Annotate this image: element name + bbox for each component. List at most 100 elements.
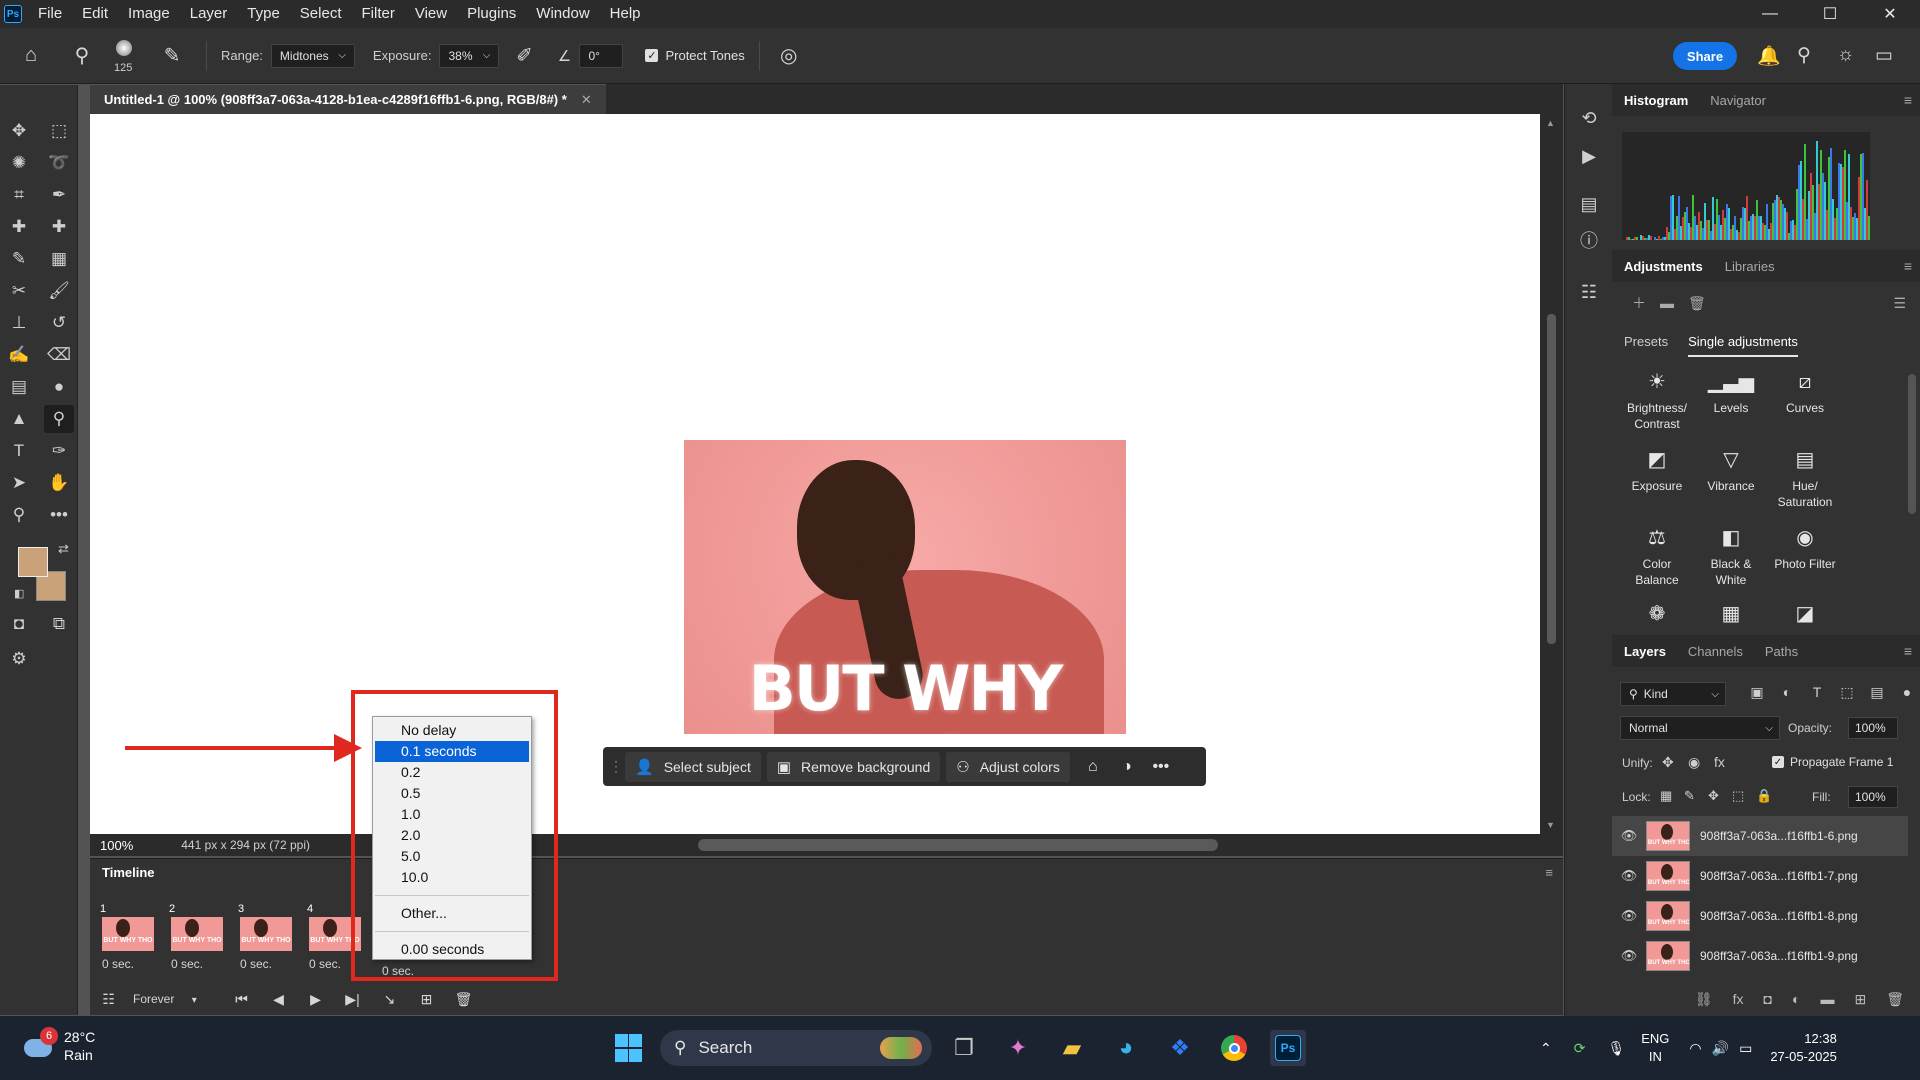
list-view-icon[interactable]: ☰ (1893, 295, 1906, 312)
layer-filter-select[interactable]: ⚲ Kind ⌵ (1620, 682, 1726, 706)
eye-icon[interactable]: 👁 (1612, 828, 1646, 844)
timeline-frame[interactable]: 3 BUT WHY THO 0 sec. (234, 901, 298, 971)
delay-option-5.0[interactable]: 5.0 (375, 846, 529, 867)
blend-mode-select[interactable]: Normal ⌵ (1620, 716, 1780, 740)
add-preset-icon[interactable]: ＋ (1632, 293, 1646, 313)
quick-mask-icon[interactable]: ◘ (4, 610, 34, 638)
adjustment-black-white[interactable]: ◧ Black & White (1696, 528, 1766, 588)
gradient-tool-icon[interactable]: ▤ (4, 373, 34, 401)
layer-row[interactable]: 👁 BUT WHY THO 908ff3a7-063a...f16ffb1-6.… (1612, 816, 1908, 856)
lock-transparency-icon[interactable]: ▦ (1660, 788, 1672, 804)
eye-icon[interactable]: 👁 (1612, 908, 1646, 924)
zoom-level[interactable]: 100% (100, 838, 133, 853)
menu-filter[interactable]: Filter (352, 0, 405, 28)
tab-libraries[interactable]: Libraries (1725, 259, 1775, 274)
actions-play-icon[interactable]: ▶ (1577, 144, 1601, 168)
airbrush-icon[interactable]: ✐ (499, 43, 549, 68)
shape-layer-filter-icon[interactable]: ⬚ (1832, 684, 1862, 701)
adjustment-brightness-contrast[interactable]: ☀ Brightness/ Contrast (1622, 372, 1692, 432)
delay-option-0.2[interactable]: 0.2 (375, 762, 529, 783)
swap-colors-icon[interactable]: ⇄ (58, 541, 69, 557)
horizontal-scrollbar-thumb[interactable] (698, 839, 1218, 851)
healing-brush-tool-icon[interactable]: ✚ (44, 213, 74, 241)
microphone-icon[interactable]: 🎙 (1607, 1040, 1625, 1057)
brush-preset-picker[interactable]: 125 (102, 28, 152, 84)
screen-mode-icon[interactable]: ⧉ (44, 610, 74, 638)
panel-menu-icon[interactable]: ≡ (1904, 92, 1912, 108)
unify-position-icon[interactable]: ✥ (1662, 754, 1674, 771)
pressure-size-icon[interactable]: ◎ (774, 43, 804, 68)
menu-image[interactable]: Image (118, 0, 180, 28)
lock-pixels-icon[interactable]: ✎ (1684, 788, 1695, 804)
adjustment-photo-filter[interactable]: ◉ Photo Filter (1770, 528, 1840, 572)
adjustment-channel-mixer[interactable]: ❁ (1622, 604, 1692, 632)
filter-toggle-icon[interactable]: ● (1892, 684, 1920, 701)
tab-histogram[interactable]: Histogram (1624, 93, 1688, 108)
copilot-icon[interactable]: ✦ (1000, 1030, 1036, 1066)
link-layers-icon[interactable]: ⛓ (1695, 991, 1713, 1008)
edge-browser-icon[interactable]: ◕ (1108, 1030, 1144, 1066)
zoom-tool-icon[interactable]: ⚲ (4, 501, 34, 529)
canvas[interactable]: BUT WHY THO ⋮ 👤 Select subject ▣ Remove … (90, 114, 1550, 834)
eraser-tool-icon[interactable]: ⌫ (44, 341, 74, 369)
tab-channels[interactable]: Channels (1688, 644, 1743, 659)
brush-tool-icon[interactable]: 🖌 (44, 277, 74, 305)
layer-name[interactable]: 908ff3a7-063a...f16ffb1-9.png (1700, 949, 1858, 963)
spot-healing-tool-icon[interactable]: ✚ (4, 213, 34, 241)
panel-menu-icon[interactable]: ≡ (1904, 258, 1912, 274)
play-icon[interactable]: ▶ (297, 991, 334, 1008)
delay-option-other[interactable]: Other... (375, 903, 529, 924)
lock-all-icon[interactable]: 🔒 (1756, 788, 1772, 804)
photoshop-taskbar-icon[interactable]: Ps (1270, 1030, 1306, 1066)
lock-position-icon[interactable]: ✥ (1708, 788, 1719, 804)
home-icon[interactable]: ⌂ (0, 44, 62, 67)
marquee-tool-icon[interactable]: ⬚ (44, 117, 74, 145)
add-mask-icon[interactable]: ◘ (1764, 991, 1772, 1007)
propagate-frame-checkbox[interactable]: ✓ Propagate Frame 1 (1772, 755, 1893, 769)
menu-type[interactable]: Type (237, 0, 290, 28)
protect-tones-checkbox[interactable]: ✓ Protect Tones (645, 48, 745, 63)
dropbox-icon[interactable]: ❖ (1162, 1030, 1198, 1066)
convert-timeline-icon[interactable]: ☷ (90, 991, 127, 1008)
frame-delay[interactable]: 0 sec. (171, 957, 203, 971)
mask-icon[interactable]: ◑ (1110, 758, 1144, 776)
exposure-input[interactable]: 38% ⌵ (439, 43, 500, 68)
eyedropper-tool-icon[interactable]: ✒ (44, 181, 74, 209)
move-tool-icon[interactable]: ✥ (4, 117, 34, 145)
menu-file[interactable]: File (22, 0, 72, 28)
workspace-icon[interactable]: ▭ (1875, 44, 1893, 67)
scroll-down-icon[interactable]: ▼ (1546, 820, 1555, 830)
frame-delay[interactable]: 0 sec. (102, 957, 134, 971)
layer-name[interactable]: 908ff3a7-063a...f16ffb1-7.png (1700, 869, 1858, 883)
tab-navigator[interactable]: Navigator (1710, 93, 1766, 108)
type-tool-icon[interactable]: T (4, 437, 34, 465)
delay-option-0.5[interactable]: 0.5 (375, 783, 529, 804)
patch-tool-icon[interactable]: ▦ (44, 245, 74, 273)
opacity-input[interactable]: 100% (1848, 717, 1898, 739)
history-brush-tool-icon[interactable]: ↺ (44, 309, 74, 337)
tween-icon[interactable]: ↘ (371, 991, 408, 1008)
unify-visibility-icon[interactable]: ◉ (1688, 754, 1700, 771)
adjustment-hue-saturation[interactable]: ▤ Hue/ Saturation (1770, 450, 1840, 510)
scroll-up-icon[interactable]: ▲ (1546, 118, 1555, 128)
lock-artboard-icon[interactable]: ⬚ (1732, 788, 1744, 804)
transform-icon[interactable]: ⌂ (1076, 758, 1110, 776)
unify-style-icon[interactable]: fx (1714, 754, 1725, 770)
close-icon[interactable]: ✕ (1860, 0, 1920, 28)
chrome-browser-icon[interactable] (1216, 1030, 1252, 1066)
panel-menu-icon[interactable]: ≡ (1545, 865, 1553, 880)
layer-style-icon[interactable]: fx (1733, 991, 1744, 1007)
search-icon[interactable]: ⚲ (1797, 44, 1811, 67)
layer-name[interactable]: 908ff3a7-063a...f16ffb1-6.png (1700, 829, 1858, 843)
drag-handle-icon[interactable]: ⋮ (609, 758, 623, 775)
close-icon[interactable]: ✕ (581, 92, 592, 108)
layer-name[interactable]: 908ff3a7-063a...f16ffb1-8.png (1700, 909, 1858, 923)
previous-frame-icon[interactable]: ◀ (260, 991, 297, 1008)
delete-layer-icon[interactable]: 🗑 (1886, 991, 1904, 1008)
tab-presets[interactable]: Presets (1624, 334, 1668, 357)
loop-select[interactable]: Forever ▾ (133, 992, 223, 1006)
tab-layers[interactable]: Layers (1624, 644, 1666, 659)
sync-icon[interactable]: ⟳ (1574, 1040, 1586, 1057)
frame-delay[interactable]: 0 sec. (309, 957, 341, 971)
adjustment-vibrance[interactable]: ▽ Vibrance (1696, 450, 1766, 494)
